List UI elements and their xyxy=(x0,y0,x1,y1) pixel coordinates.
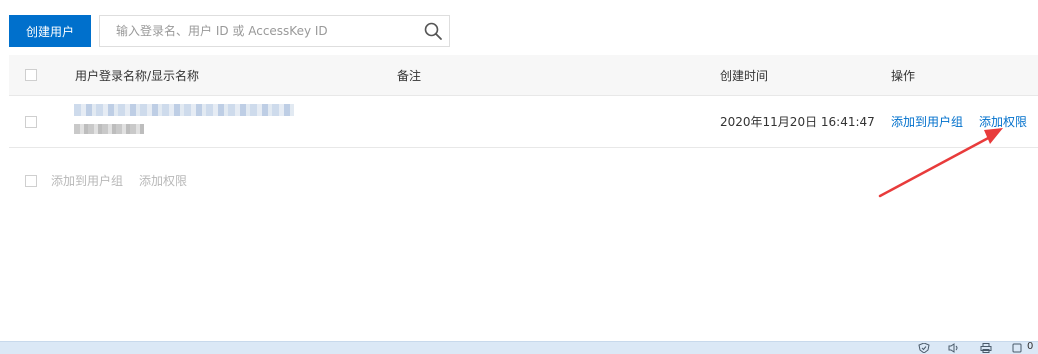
search-input[interactable] xyxy=(100,16,410,46)
search-box xyxy=(99,15,450,47)
redacted-display-name xyxy=(74,124,144,134)
batch-add-permission-button[interactable]: 添加权限 xyxy=(139,172,187,189)
batch-actions: 添加到用户组 添加权限 xyxy=(9,170,187,190)
created-time-cell: 2020年11月20日 16:41:47 xyxy=(720,115,875,129)
column-header-actions: 操作 xyxy=(891,68,916,83)
row-add-permission-link[interactable]: 添加权限 xyxy=(979,96,1027,147)
battery-icon[interactable] xyxy=(1012,343,1024,353)
table-header: 用户登录名称/显示名称 备注 创建时间 操作 xyxy=(9,55,1038,96)
batch-select-checkbox[interactable] xyxy=(25,175,37,187)
speaker-icon[interactable] xyxy=(948,343,960,353)
column-header-created-time: 创建时间 xyxy=(720,68,769,83)
redacted-login-name xyxy=(74,104,294,116)
row-checkbox[interactable] xyxy=(25,116,37,128)
column-header-remark: 备注 xyxy=(397,68,422,83)
search-icon[interactable] xyxy=(423,21,443,41)
column-header-login-name: 用户登录名称/显示名称 xyxy=(75,68,200,83)
printer-icon[interactable] xyxy=(980,343,992,353)
row-add-to-group-link[interactable]: 添加到用户组 xyxy=(891,96,963,147)
select-all-checkbox[interactable] xyxy=(25,69,37,81)
shield-icon[interactable] xyxy=(918,343,930,353)
create-user-button[interactable]: 创建用户 xyxy=(9,15,91,47)
status-indicator-text: 0 xyxy=(1027,341,1034,352)
toolbar: 创建用户 xyxy=(9,15,450,47)
batch-add-to-group-button[interactable]: 添加到用户组 xyxy=(51,172,123,189)
status-bar: 0 xyxy=(0,341,1038,354)
